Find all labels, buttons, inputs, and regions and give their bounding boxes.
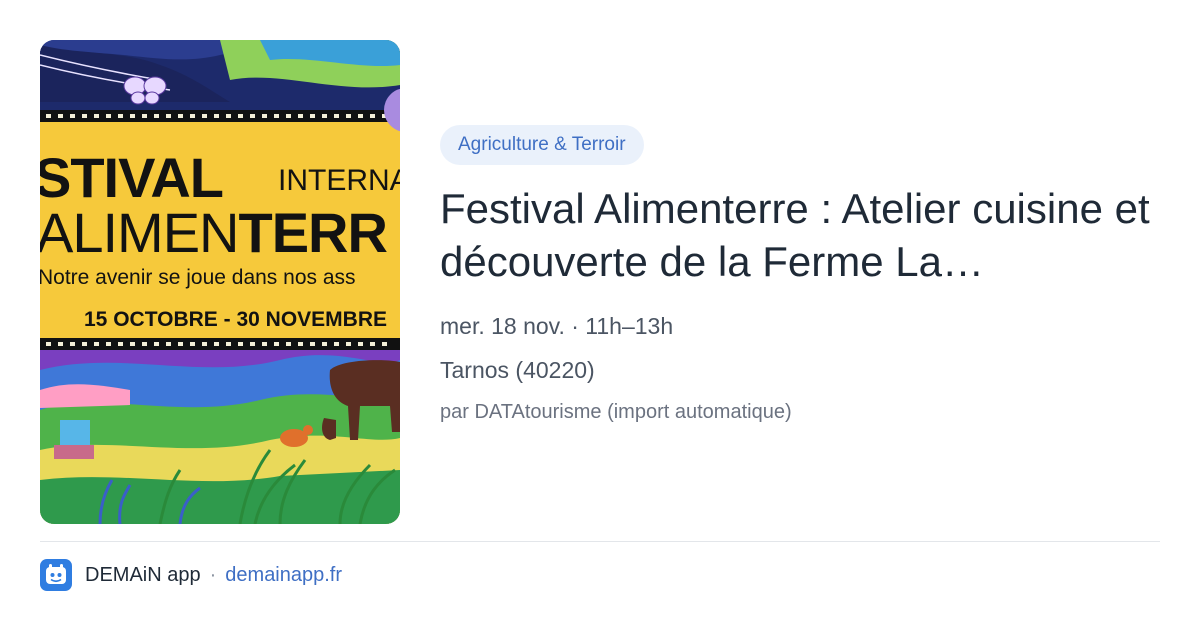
poster-title-bold: TERR — [238, 201, 388, 264]
footer-separator: · — [209, 563, 217, 586]
event-title[interactable]: Festival Alimenterre : Atelier cuisine e… — [440, 182, 1180, 288]
app-name: DEMAiN app — [85, 563, 201, 586]
event-source: par DATAtourisme (import automatique) — [440, 401, 792, 423]
event-location: Tarnos (40220) — [440, 357, 595, 383]
poster-dates: 15 OCTOBRE - 30 NOVEMBRE — [84, 308, 388, 331]
event-date-time: mer. 18 nov. · 11h–13h — [440, 313, 674, 339]
event-image[interactable]: STIVAL INTERNATI ALIMENTERR Notre avenir… — [40, 40, 400, 524]
app-link[interactable]: demainapp.fr — [225, 564, 342, 587]
divider — [40, 541, 1160, 542]
poster-international: INTERNATI — [278, 164, 400, 197]
poster-tagline: Notre avenir se joue dans nos ass — [40, 266, 356, 289]
poster-title-light: ALIMEN — [40, 201, 239, 264]
poster-title-line2: ALIMENTERR — [40, 200, 388, 265]
category-badge[interactable]: Agriculture & Terroir — [440, 125, 644, 165]
app-logo-icon[interactable] — [40, 559, 72, 591]
footer: DEMAiN app · demainapp.fr — [40, 558, 342, 592]
